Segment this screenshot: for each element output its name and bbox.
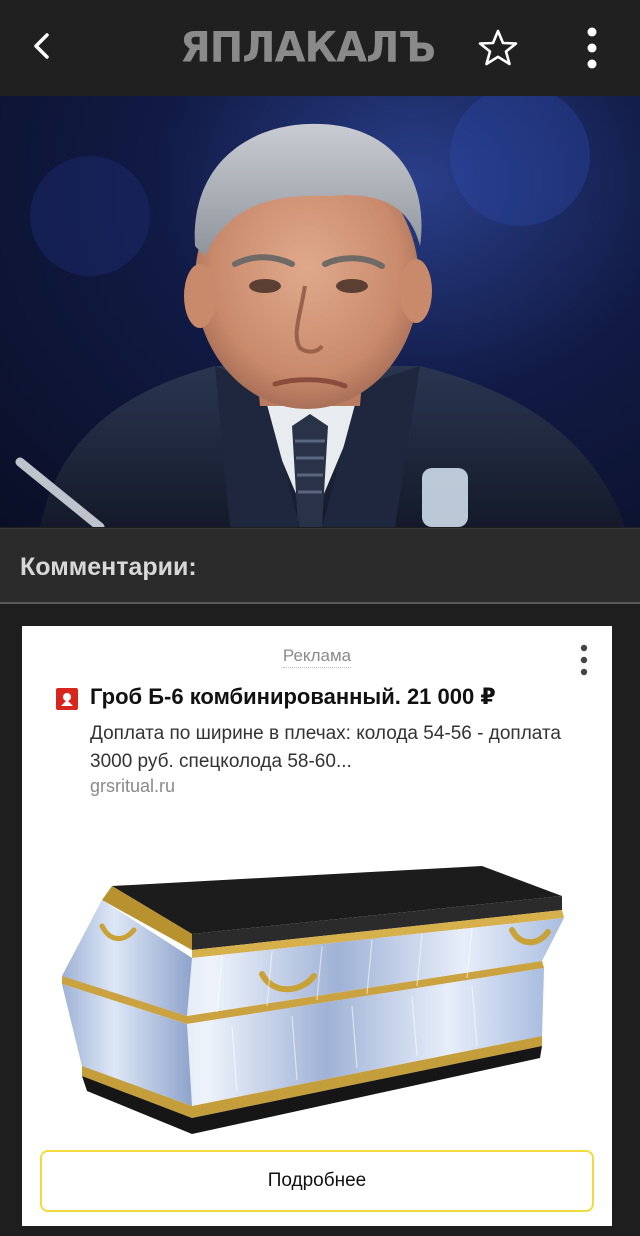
favorite-button[interactable]: [474, 24, 522, 72]
ad-details-button[interactable]: Подробнее: [40, 1150, 594, 1212]
vertical-dots-icon: [580, 644, 588, 676]
back-button[interactable]: [18, 22, 66, 70]
post-photo[interactable]: [0, 96, 640, 527]
chevron-left-icon: [34, 33, 49, 59]
ad-label-text: Реклама: [282, 646, 352, 668]
advertiser-favicon-icon: [56, 688, 78, 710]
ad-card[interactable]: Реклама Гроб Б-6 комбинированный. 21 000…: [22, 626, 612, 1226]
ad-domain[interactable]: grsritual.ru: [90, 776, 175, 797]
site-logo[interactable]: ЯПЛАКАЛЪ: [180, 22, 436, 74]
ad-description[interactable]: Доплата по ширине в плечах: колода 54-56…: [90, 720, 590, 776]
app-header: ЯПЛАКАЛЪ: [0, 0, 640, 96]
comments-title: Комментарии:: [20, 553, 197, 581]
overflow-menu-button[interactable]: [570, 22, 614, 74]
logo-text: ЯПЛАКАЛЪ: [180, 23, 436, 73]
ad-options-button[interactable]: [572, 642, 596, 678]
comments-section-header: Комментарии:: [0, 528, 640, 604]
ad-label: Реклама: [22, 646, 612, 668]
ad-product-image[interactable]: [42, 866, 602, 1166]
vertical-dots-icon: [587, 27, 597, 69]
ad-headline[interactable]: Гроб Б-6 комбинированный. 21 000 ₽: [90, 684, 496, 710]
star-outline-icon: [478, 29, 518, 66]
portrait-image: [15, 96, 625, 527]
